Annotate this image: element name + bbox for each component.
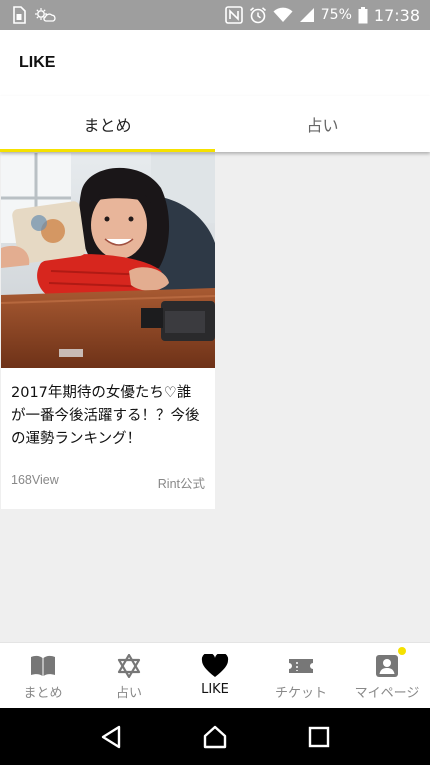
tab-label: まとめ <box>83 116 132 135</box>
battery-percent: 75% <box>320 7 352 23</box>
system-nav-bar <box>0 708 430 765</box>
article-source: Rint公式 <box>157 477 205 491</box>
status-bar: 75% 17:38 <box>0 0 430 30</box>
signal-icon <box>299 7 315 23</box>
clock: 17:38 <box>373 5 420 25</box>
article-thumbnail <box>1 153 215 368</box>
nav-item-uranai[interactable]: 占い <box>86 643 172 708</box>
notification-badge <box>398 647 406 655</box>
alarm-icon <box>249 6 267 24</box>
nav-label: チケット <box>274 686 327 701</box>
book-icon <box>29 654 57 678</box>
heart-icon <box>201 654 229 678</box>
bottom-nav: まとめ 占い LIKE チケット マイページ <box>0 642 430 708</box>
app-header: LIKE <box>0 30 430 96</box>
nav-label: LIKE <box>201 682 229 697</box>
tab-bar: まとめ 占い <box>0 96 430 152</box>
weather-icon <box>34 7 56 23</box>
nav-item-like[interactable]: LIKE <box>172 643 258 708</box>
recents-icon[interactable] <box>308 726 330 748</box>
nav-label: 占い <box>115 686 142 701</box>
content-area: 2017年期待の女優たち♡誰が一番今後活躍する！？今後の運勢ランキング！ 168… <box>0 152 430 642</box>
article-meta: 168View Rint公式 <box>11 473 205 492</box>
nav-item-matome[interactable]: まとめ <box>0 643 86 708</box>
wifi-icon <box>273 7 293 23</box>
star-of-david-icon <box>117 654 141 678</box>
tab-label: 占い <box>306 116 339 135</box>
user-icon <box>375 654 399 678</box>
battery-icon <box>358 6 368 24</box>
nav-item-mypage[interactable]: マイページ <box>344 643 430 708</box>
view-count: 168View <box>11 473 59 487</box>
article-card[interactable]: 2017年期待の女優たち♡誰が一番今後活躍する！？今後の運勢ランキング！ 168… <box>1 153 215 509</box>
tab-matome[interactable]: まとめ <box>0 96 215 152</box>
ticket-icon <box>287 654 315 678</box>
nfc-icon <box>224 6 243 24</box>
sim-icon <box>12 6 26 24</box>
home-icon[interactable] <box>202 725 228 749</box>
nav-label: マイページ <box>354 686 420 701</box>
back-icon[interactable] <box>100 725 122 749</box>
tab-uranai[interactable]: 占い <box>215 96 430 152</box>
page-title: LIKE <box>19 54 56 71</box>
nav-item-ticket[interactable]: チケット <box>258 643 344 708</box>
nav-label: まとめ <box>23 686 63 701</box>
article-title: 2017年期待の女優たち♡誰が一番今後活躍する！？今後の運勢ランキング！ <box>11 385 200 447</box>
